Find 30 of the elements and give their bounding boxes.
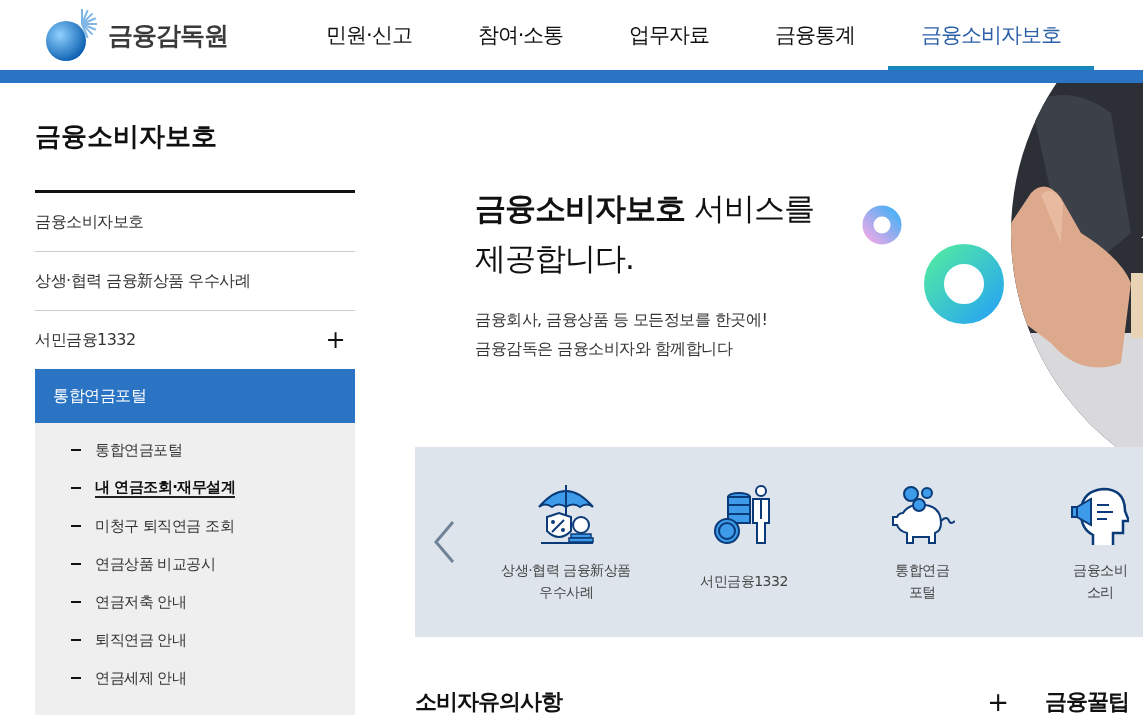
head-megaphone-icon	[1071, 485, 1129, 547]
submenu-link[interactable]: 연금저축 안내	[95, 592, 187, 612]
nav-tab[interactable]: 참여·소통	[444, 0, 597, 70]
expand-toggle[interactable]: +	[325, 326, 345, 354]
submenu-link[interactable]: 미청구 퇴직연금 조회	[95, 516, 235, 536]
submenu-link[interactable]: 퇴직연금 안내	[95, 630, 187, 650]
hero-title: 금융소비자보호 서비스를 제공합니다.	[475, 189, 814, 278]
submenu-link[interactable]: 연금세제 안내	[95, 668, 187, 688]
nav-tab[interactable]: 민원·신고	[293, 0, 445, 70]
nav-tab[interactable]: 금융통계	[742, 0, 889, 70]
hero-subtitle: 금융회사, 금융상품 등 모든정보를 한곳에! 금융감독은 금융소비자와 함께합니다	[475, 309, 768, 360]
nav-tab[interactable]: 업무자료	[596, 0, 743, 70]
sidebar-item[interactable]: 상생·협력 금융新상품 우수사례	[35, 252, 355, 311]
sidebar-title: 금융소비자보호	[35, 83, 355, 193]
submenu-link[interactable]: 통합연금포털	[95, 440, 182, 460]
quick-link[interactable]: 통합연금 포털	[895, 559, 949, 603]
piggy-bank-icon	[889, 485, 955, 547]
logo-text[interactable]: 금융감독원	[108, 18, 228, 52]
submenu-link[interactable]: 내 연금조회·재무설계	[95, 478, 236, 498]
submenu-link[interactable]: 연금상품 비교공시	[95, 554, 216, 574]
quick-link[interactable]: 상생·협력 금융新상품 우수사례	[501, 559, 631, 603]
section-title: 금융꿀팁	[1045, 688, 1129, 715]
quick-link[interactable]: 서민금융1332	[700, 559, 788, 603]
more-button[interactable]: +	[987, 687, 1009, 715]
ring-drawing	[862, 205, 902, 245]
sidebar-item[interactable]: 통합연금포털	[35, 369, 355, 423]
logo-icon	[44, 8, 100, 62]
quick-link[interactable]: 금융소비 소리	[1073, 559, 1127, 603]
section-title: 소비자유의사항	[415, 688, 562, 715]
sidebar-item[interactable]: 금융소비자보호	[35, 193, 355, 252]
